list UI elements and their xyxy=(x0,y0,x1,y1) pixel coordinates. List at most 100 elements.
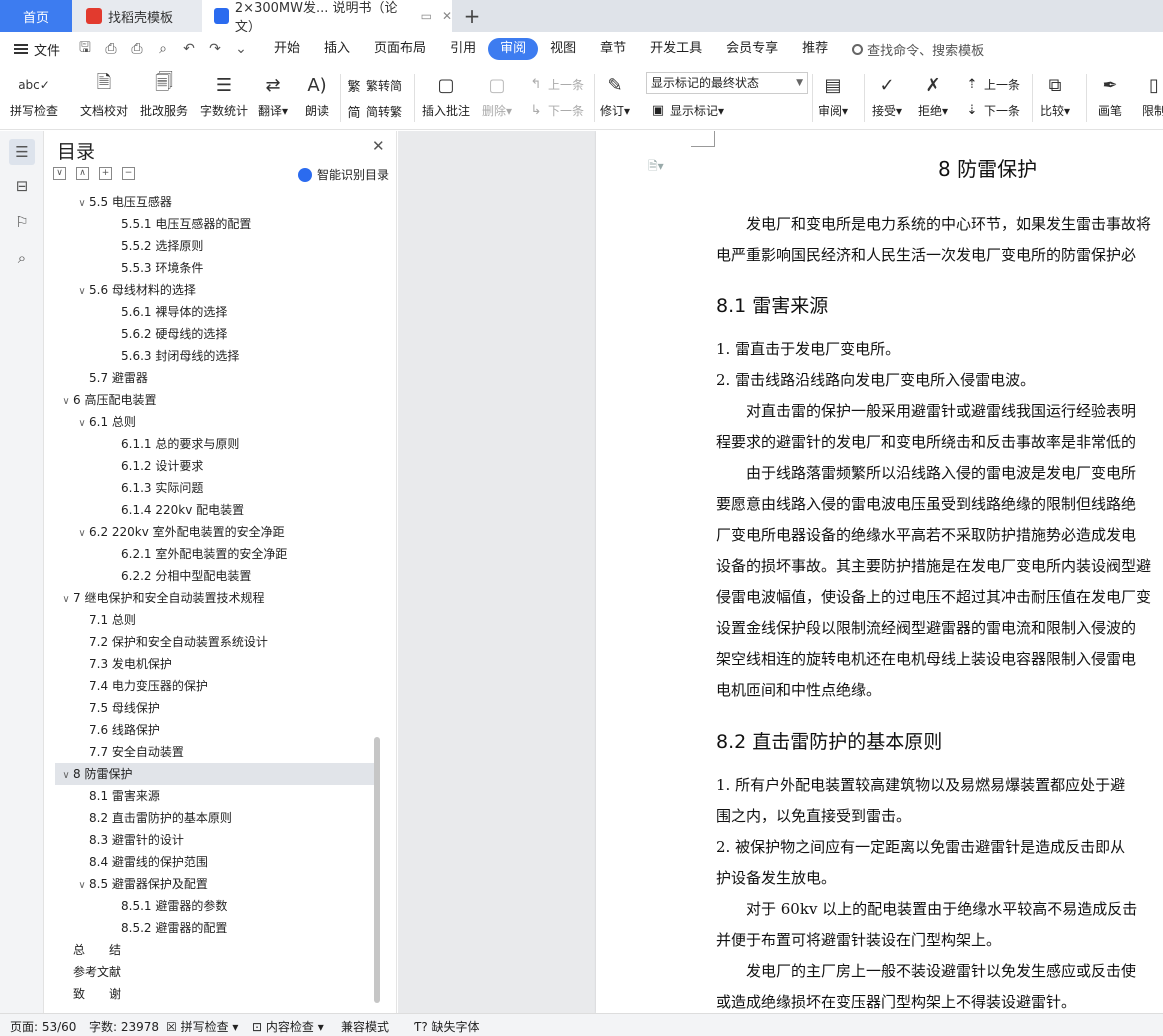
prev-change-button[interactable]: ⇡ 上一条 xyxy=(964,76,1020,93)
smart-toc-button[interactable]: 智能识别目录 xyxy=(298,166,389,183)
toc-item[interactable]: ∨ 7 继电保护和安全自动装置技术规程 xyxy=(55,587,375,609)
close-icon[interactable]: ✕ xyxy=(372,137,385,155)
toc-item[interactable]: 5.6.2 硬母线的选择 xyxy=(55,323,375,345)
toc-item[interactable]: 8.2 直击雷防护的基本原则 xyxy=(55,807,375,829)
menu-references[interactable]: 引用 xyxy=(438,38,488,60)
accept-button[interactable]: ✓ 接受▾ xyxy=(872,72,902,119)
toc-item[interactable]: 参考文献 xyxy=(55,961,375,983)
menu-review[interactable]: 审阅 xyxy=(488,38,539,60)
collapse-all-icon[interactable]: ∨ xyxy=(53,167,66,180)
more-chevron-icon[interactable]: ⌄ xyxy=(232,41,250,57)
toc-item[interactable]: 6.2.2 分相中型配电装置 xyxy=(55,565,375,587)
expand-all-icon[interactable]: ∧ xyxy=(76,167,89,180)
save-icon[interactable]: 🖫 xyxy=(76,37,94,61)
export-pdf-icon[interactable]: ⎙ xyxy=(102,41,120,57)
show-markup-button[interactable]: ▣ 显示标记 ▾ xyxy=(650,102,724,119)
toc-item[interactable]: 8.4 避雷线的保护范围 xyxy=(55,851,375,873)
toc-item[interactable]: 8.5.2 避雷器的配置 xyxy=(55,917,375,939)
toc-item[interactable]: ∨ 8 防雷保护 xyxy=(55,763,375,785)
menu-developer[interactable]: 开发工具 xyxy=(638,38,714,60)
next-change-button[interactable]: ⇣ 下一条 xyxy=(964,102,1020,119)
toc-item[interactable]: 7.2 保护和安全自动装置系统设计 xyxy=(55,631,375,653)
toc-item[interactable]: 5.6.1 裸导体的选择 xyxy=(55,301,375,323)
toc-item[interactable]: 7.6 线路保护 xyxy=(55,719,375,741)
content-check-status[interactable]: ⊡ 内容检查 ▾ xyxy=(252,1018,324,1035)
trad-to-simp-button[interactable]: 繁 繁转简 xyxy=(346,76,402,95)
tab-template[interactable]: 找稻壳模板 xyxy=(72,0,202,32)
compare-button[interactable]: ⧉ 比较▾ xyxy=(1040,72,1070,119)
toc-item[interactable]: 5.6.3 封闭母线的选择 xyxy=(55,345,375,367)
reject-button[interactable]: ✗ 拒绝▾ xyxy=(918,72,948,119)
redo-icon[interactable]: ↷ xyxy=(206,41,224,57)
undo-icon[interactable]: ↶ xyxy=(180,41,198,57)
new-tab-button[interactable]: + xyxy=(460,4,484,28)
menu-start[interactable]: 开始 xyxy=(262,38,312,60)
remove-heading-icon[interactable]: − xyxy=(122,167,135,180)
toc-item[interactable]: 7.3 发电机保护 xyxy=(55,653,375,675)
toc-item[interactable]: 总 结 xyxy=(55,939,375,961)
command-search[interactable]: 查找命令、搜索模板 xyxy=(852,40,984,59)
chapter-nav-icon[interactable]: ⊟ xyxy=(9,173,35,199)
menu-chapter[interactable]: 章节 xyxy=(588,38,638,60)
menu-view[interactable]: 视图 xyxy=(538,38,588,60)
spell-check-button[interactable]: abc✓ 拼写检查 xyxy=(10,72,58,119)
menu-recommend[interactable]: 推荐 xyxy=(790,38,840,60)
page-indicator[interactable]: 页面: 53/60 xyxy=(10,1018,76,1035)
add-heading-icon[interactable]: + xyxy=(99,167,112,180)
next-comment-button[interactable]: ↳ 下一条 xyxy=(528,102,584,119)
toc-item[interactable]: ∨ 5.5 电压互感器 xyxy=(55,191,375,213)
toc-item[interactable]: ∨ 6.2 220kv 室外配电装置的安全净距 xyxy=(55,521,375,543)
menu-insert[interactable]: 插入 xyxy=(312,38,362,60)
toc-item[interactable]: 5.7 避雷器 xyxy=(55,367,375,389)
print-icon[interactable]: ⎙ xyxy=(128,41,146,57)
chevron-down-icon[interactable]: ∨ xyxy=(59,765,73,787)
toc-item[interactable]: 6.1.1 总的要求与原则 xyxy=(55,433,375,455)
word-count-button[interactable]: ☰ 字数统计 xyxy=(200,72,248,119)
chevron-down-icon[interactable]: ∨ xyxy=(75,193,89,215)
toc-item[interactable]: 7.7 安全自动装置 xyxy=(55,741,375,763)
toc-item[interactable]: 5.5.2 选择原则 xyxy=(55,235,375,257)
chevron-down-icon[interactable]: ∨ xyxy=(75,281,89,303)
track-changes-button[interactable]: ✎ 修订▾ xyxy=(600,72,630,119)
batch-service-button[interactable]: 🗐 批改服务 xyxy=(140,72,188,119)
toc-item[interactable]: ∨ 6 高压配电装置 xyxy=(55,389,375,411)
toc-scrollbar[interactable] xyxy=(374,737,380,1003)
toc-item[interactable]: 6.1.2 设计要求 xyxy=(55,455,375,477)
toc-item[interactable]: 5.5.1 电压互感器的配置 xyxy=(55,213,375,235)
menu-page-layout[interactable]: 页面布局 xyxy=(362,38,438,60)
toc-item[interactable]: 6.1.4 220kv 配电装置 xyxy=(55,499,375,521)
paragraph-options-icon[interactable]: 🗎▾ xyxy=(648,157,664,178)
pen-button[interactable]: ✒ 画笔 xyxy=(1096,72,1124,119)
toc-item[interactable]: 8.3 避雷针的设计 xyxy=(55,829,375,851)
toc-nav-icon[interactable]: ☰ xyxy=(9,139,35,165)
read-aloud-button[interactable]: A) 朗读 xyxy=(303,72,331,119)
translate-button[interactable]: ⇄ 翻译▾ xyxy=(258,72,288,119)
toc-item[interactable]: ∨ 6.1 总则 xyxy=(55,411,375,433)
chevron-down-icon[interactable]: ∨ xyxy=(75,523,89,545)
toc-item[interactable]: 5.5.3 环境条件 xyxy=(55,257,375,279)
menu-member[interactable]: 会员专享 xyxy=(714,38,790,60)
chevron-down-icon[interactable]: ∨ xyxy=(59,589,73,611)
bookmark-icon[interactable]: ⚐ xyxy=(9,209,35,235)
prev-comment-button[interactable]: ↰ 上一条 xyxy=(528,76,584,93)
print-preview-icon[interactable]: ⌕ xyxy=(154,41,172,57)
search-icon[interactable]: ⌕ xyxy=(9,245,35,271)
insert-comment-button[interactable]: ▢ 插入批注 xyxy=(422,72,470,119)
toc-item[interactable]: 7.5 母线保护 xyxy=(55,697,375,719)
tab-home[interactable]: 首页 xyxy=(0,0,72,32)
markup-display-select[interactable]: 显示标记的最终状态 ▼ xyxy=(646,72,808,94)
toc-item[interactable]: 7.4 电力变压器的保护 xyxy=(55,675,375,697)
toc-item[interactable]: 8.1 雷害来源 xyxy=(55,785,375,807)
chevron-down-icon[interactable]: ∨ xyxy=(59,391,73,413)
document-page[interactable]: 🗎▾ 8 防雷保护 发电厂和变电所是电力系统的中心环节，如果发生雷击事故将 电严重影… xyxy=(596,131,1163,1013)
toc-item[interactable]: 致 谢 xyxy=(55,983,375,1005)
missing-font-status[interactable]: Ƭ? 缺失字体 xyxy=(414,1018,480,1035)
word-count-status[interactable]: 字数: 23978 xyxy=(89,1018,159,1035)
toc-item[interactable]: 6.2.1 室外配电装置的安全净距 xyxy=(55,543,375,565)
tab-document[interactable]: 2×300MW发... 说明书（论文） ▭ ✕ xyxy=(202,0,452,35)
toc-item[interactable]: ∨ 5.6 母线材料的选择 xyxy=(55,279,375,301)
restrict-editing-button[interactable]: ▯ 限制 xyxy=(1140,72,1163,119)
toc-item[interactable]: 6.1.3 实际问题 xyxy=(55,477,375,499)
simp-to-trad-button[interactable]: 简 简转繁 xyxy=(346,102,402,121)
file-menu[interactable]: 文件 xyxy=(14,40,60,59)
